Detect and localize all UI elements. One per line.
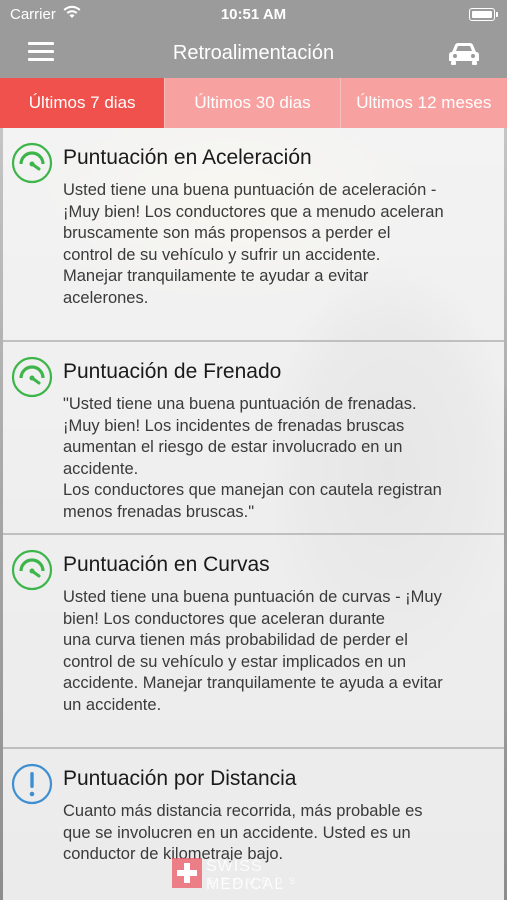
gauge-icon <box>11 142 53 184</box>
period-tabs: Últimos 7 dias Últimos 30 dias Últimos 1… <box>0 78 507 128</box>
navigation-bar: Retroalimentación <box>0 28 507 78</box>
feedback-card-braking[interactable]: Puntuación de Frenado "Usted tiene una b… <box>3 342 504 535</box>
battery-icon <box>469 8 498 21</box>
status-bar: Carrier 10:51 AM <box>0 0 507 28</box>
card-title: Puntuación en Aceleración <box>63 146 312 169</box>
status-time: 10:51 AM <box>220 6 287 23</box>
tab-last-12-months[interactable]: Últimos 12 meses <box>339 78 507 128</box>
exclamation-icon <box>11 763 53 805</box>
battery-level-fill <box>472 11 492 18</box>
page-title: Retroalimentación <box>172 42 335 64</box>
swiss-cross-logo-icon <box>172 858 202 888</box>
watermark-subtitle: SEGUROS <box>208 876 303 886</box>
card-description: Usted tiene una buena puntuación de acel… <box>63 181 444 307</box>
gauge-icon <box>11 356 53 398</box>
gauge-icon <box>11 549 53 591</box>
feedback-card-acceleration[interactable]: Puntuación en Aceleración Usted tiene un… <box>3 128 504 342</box>
swiss-medical-watermark: SWISS MEDICAL SEGUROS <box>172 856 342 893</box>
card-title: Puntuación por Distancia <box>63 767 297 790</box>
card-title: Puntuación en Curvas <box>63 553 270 576</box>
feedback-card-cornering[interactable]: Puntuación en Curvas Usted tiene una bue… <box>3 535 504 749</box>
car-icon[interactable] <box>447 40 481 66</box>
tab-last-30-days[interactable]: Últimos 30 dias <box>164 78 340 128</box>
card-description: "Usted tiene una buena puntuación de fre… <box>63 395 442 521</box>
tab-last-7-days[interactable]: Últimos 7 dias <box>0 78 165 128</box>
card-title: Puntuación de Frenado <box>63 360 282 383</box>
feedback-list[interactable]: Puntuación en Aceleración Usted tiene un… <box>0 128 507 900</box>
card-description: Usted tiene una buena puntuación de curv… <box>63 588 443 714</box>
